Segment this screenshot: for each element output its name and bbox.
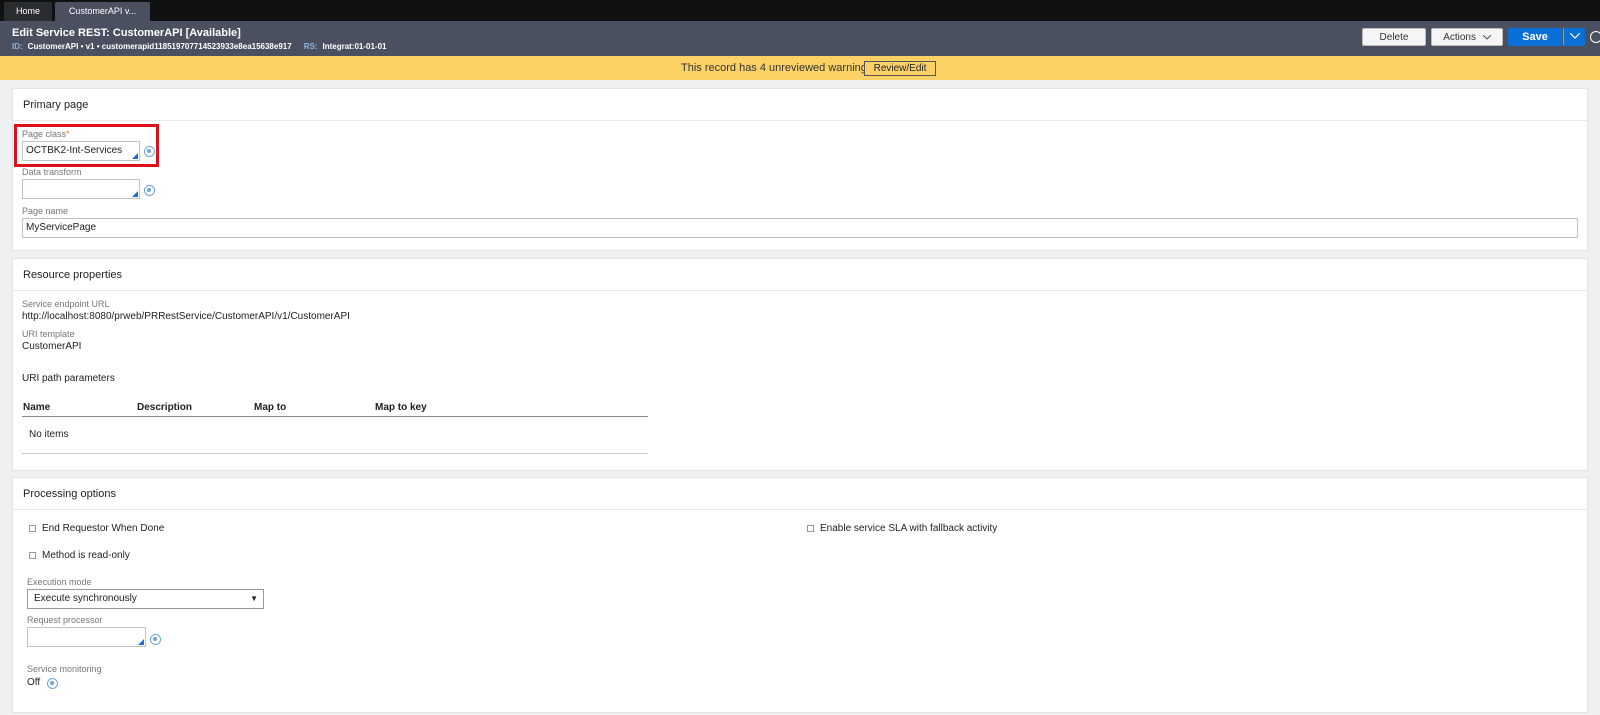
execution-mode-value: Execute synchronously — [34, 593, 137, 604]
warning-text: This record has 4 unreviewed warnings — [681, 62, 873, 74]
request-processor-label: Request processor — [27, 615, 103, 625]
uri-template-label: URI template — [22, 329, 75, 339]
autocomplete-corner-icon — [132, 191, 138, 197]
column-header-name[interactable]: Name — [23, 402, 50, 413]
dropdown-arrow-icon: ▼ — [250, 594, 258, 603]
read-only-label: Method is read-only — [42, 550, 130, 561]
section-title: Processing options — [23, 488, 116, 500]
record-id-line: ID: CustomerAPI • v1 • customerapid118519… — [12, 42, 387, 51]
tab-home[interactable]: Home — [4, 2, 52, 21]
actions-button[interactable]: Actions — [1431, 28, 1503, 46]
gear-icon[interactable] — [144, 185, 155, 196]
empty-table-text: No items — [29, 429, 69, 440]
end-requestor-checkbox[interactable] — [29, 525, 36, 532]
chevron-down-icon — [1569, 32, 1580, 40]
divider — [13, 509, 1587, 510]
endpoint-label: Service endpoint URL — [22, 299, 110, 309]
table-bottom-divider — [22, 453, 648, 454]
execution-mode-select[interactable]: Execute synchronously ▼ — [27, 589, 264, 609]
execution-mode-label: Execution mode — [27, 577, 92, 587]
uri-template-value: CustomerAPI — [22, 341, 82, 352]
sla-checkbox[interactable] — [807, 525, 814, 532]
data-transform-label: Data transform — [22, 167, 82, 177]
rs-value: Integrat:01-01-01 — [322, 42, 387, 51]
table-header-divider — [22, 416, 648, 417]
divider — [13, 120, 1587, 121]
read-only-checkbox[interactable] — [29, 552, 36, 559]
data-transform-input[interactable] — [22, 179, 140, 199]
service-monitoring-label: Service monitoring — [27, 664, 102, 674]
warning-bar: This record has 4 unreviewed warnings Re… — [0, 56, 1600, 80]
path-params-label: URI path parameters — [22, 373, 115, 384]
page-name-input[interactable]: MyServicePage — [22, 218, 1578, 238]
resource-properties-panel: Resource properties — [12, 258, 1588, 471]
column-header-map-to-key[interactable]: Map to key — [375, 402, 427, 413]
section-title: Resource properties — [23, 269, 123, 281]
column-header-map-to[interactable]: Map to — [254, 402, 286, 413]
autocomplete-corner-icon — [138, 639, 144, 645]
end-requestor-label: End Requestor When Done — [42, 523, 165, 534]
review-edit-button[interactable]: Review/Edit — [864, 61, 936, 76]
rs-label: RS: — [303, 42, 318, 51]
sla-label: Enable service SLA with fallback activit… — [820, 523, 998, 534]
endpoint-value: http://localhost:8080/prweb/PRRestServic… — [22, 311, 350, 322]
page-name-label: Page name — [22, 206, 69, 216]
divider — [13, 290, 1587, 291]
save-button[interactable]: Save — [1508, 28, 1562, 46]
service-monitoring-value: Off — [27, 677, 41, 688]
chevron-down-icon — [1482, 34, 1492, 40]
request-processor-input[interactable] — [27, 627, 146, 647]
id-label: ID: — [12, 42, 23, 51]
help-icon[interactable] — [1590, 31, 1600, 43]
id-value: CustomerAPI • v1 • customerapid118519707… — [27, 42, 292, 51]
tab-bar: Home CustomerAPI v... — [0, 0, 1600, 21]
actions-label: Actions — [1443, 32, 1476, 43]
save-menu-button[interactable] — [1563, 28, 1585, 46]
gear-icon[interactable] — [47, 678, 58, 689]
gear-icon[interactable] — [150, 634, 161, 645]
highlight-box — [14, 124, 159, 167]
delete-button[interactable]: Delete — [1362, 28, 1426, 46]
record-header: Edit Service REST: CustomerAPI [Availabl… — [0, 21, 1600, 56]
tab-customerapi[interactable]: CustomerAPI v... — [55, 2, 150, 21]
page-title: Edit Service REST: CustomerAPI [Availabl… — [12, 27, 241, 39]
column-header-description[interactable]: Description — [137, 402, 192, 413]
section-title: Primary page — [23, 99, 89, 111]
